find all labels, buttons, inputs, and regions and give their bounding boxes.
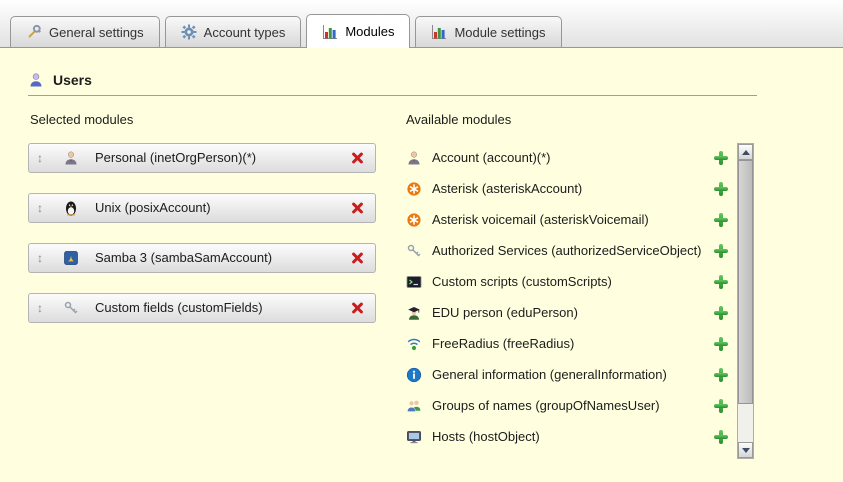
selected-module-row[interactable]: Personal (inetOrgPerson)(*): [28, 143, 376, 173]
scrollbar-thumb[interactable]: [738, 160, 753, 404]
available-module-row: Custom scripts (customScripts): [404, 267, 737, 297]
group-icon: [406, 398, 422, 414]
module-label: Authorized Services (authorizedServiceOb…: [432, 243, 713, 259]
section-title: Users: [53, 72, 92, 88]
available-module-row: Authorized Services (authorizedServiceOb…: [404, 236, 737, 266]
drag-handle-icon[interactable]: [37, 201, 49, 215]
user-icon: [63, 150, 79, 166]
add-module-button[interactable]: [713, 243, 729, 259]
module-label: Asterisk voicemail (asteriskVoicemail): [432, 212, 713, 228]
tux-icon: [63, 200, 79, 216]
content-area: Users Selected modules Personal (inetOrg…: [0, 48, 843, 459]
gear-icon: [181, 24, 197, 40]
users-icon: [28, 72, 44, 88]
module-label: Asterisk (asteriskAccount): [432, 181, 713, 197]
edu-icon: [406, 305, 422, 321]
asterisk-icon: [406, 212, 422, 228]
add-module-button[interactable]: [713, 274, 729, 290]
drag-handle-icon[interactable]: [37, 251, 49, 265]
add-module-button[interactable]: [713, 367, 729, 383]
add-module-button[interactable]: [713, 398, 729, 414]
chart-icon: [431, 24, 447, 40]
script-icon: [406, 274, 422, 290]
available-modules-heading: Available modules: [406, 112, 754, 127]
host-icon: [406, 429, 422, 445]
available-module-row: Account (account)(*): [404, 143, 737, 173]
add-module-button[interactable]: [713, 212, 729, 228]
module-label: Unix (posixAccount): [95, 200, 349, 216]
available-module-row: Groups of names (groupOfNamesUser): [404, 391, 737, 421]
remove-module-button[interactable]: [349, 200, 365, 216]
scrollbar[interactable]: [737, 143, 754, 459]
available-module-row: Hosts (hostObject): [404, 422, 737, 452]
arrow-up-icon: [742, 150, 750, 155]
tab-label: Account types: [204, 25, 286, 40]
selected-modules-heading: Selected modules: [30, 112, 376, 127]
add-module-button[interactable]: [713, 181, 729, 197]
add-module-button[interactable]: [713, 305, 729, 321]
selected-modules-list: Personal (inetOrgPerson)(*) Unix (posixA…: [28, 143, 376, 323]
selected-modules-column: Selected modules Personal (inetOrgPerson…: [28, 112, 376, 459]
available-module-row: Asterisk voicemail (asteriskVoicemail): [404, 205, 737, 235]
module-label: General information (generalInformation): [432, 367, 713, 383]
tab-account-types[interactable]: Account types: [165, 16, 302, 47]
add-module-button[interactable]: [713, 336, 729, 352]
module-label: Hosts (hostObject): [432, 429, 713, 445]
keys-icon: [63, 300, 79, 316]
selected-module-row[interactable]: Samba 3 (sambaSamAccount): [28, 243, 376, 273]
chart-icon: [322, 24, 338, 40]
available-modules-wrap: Account (account)(*) Asterisk (asteriskA…: [404, 143, 754, 459]
module-label: Samba 3 (sambaSamAccount): [95, 250, 349, 266]
scrollbar-track[interactable]: [738, 404, 753, 442]
radius-icon: [406, 336, 422, 352]
remove-module-button[interactable]: [349, 300, 365, 316]
module-label: Personal (inetOrgPerson)(*): [95, 150, 349, 166]
tab-module-settings[interactable]: Module settings: [415, 16, 561, 47]
samba-icon: [63, 250, 79, 266]
selected-module-row[interactable]: Unix (posixAccount): [28, 193, 376, 223]
module-label: Groups of names (groupOfNamesUser): [432, 398, 713, 414]
module-label: FreeRadius (freeRadius): [432, 336, 713, 352]
remove-module-button[interactable]: [349, 150, 365, 166]
available-module-row: FreeRadius (freeRadius): [404, 329, 737, 359]
module-label: Custom fields (customFields): [95, 300, 349, 316]
scroll-down-button[interactable]: [738, 442, 753, 458]
add-module-button[interactable]: [713, 150, 729, 166]
tab-bar: General settings Account types Modules M…: [0, 0, 843, 48]
section-header: Users: [28, 72, 843, 88]
module-label: Custom scripts (customScripts): [432, 274, 713, 290]
available-modules-list: Account (account)(*) Asterisk (asteriskA…: [404, 143, 737, 459]
arrow-down-icon: [742, 448, 750, 453]
info-icon: [406, 367, 422, 383]
keys-icon: [406, 243, 422, 259]
module-label: EDU person (eduPerson): [432, 305, 713, 321]
add-module-button[interactable]: [713, 429, 729, 445]
tools-icon: [26, 24, 42, 40]
remove-module-button[interactable]: [349, 250, 365, 266]
drag-handle-icon[interactable]: [37, 301, 49, 315]
drag-handle-icon[interactable]: [37, 151, 49, 165]
available-module-row: Asterisk (asteriskAccount): [404, 174, 737, 204]
module-label: Account (account)(*): [432, 150, 713, 166]
modules-columns: Selected modules Personal (inetOrgPerson…: [28, 112, 843, 459]
available-module-row: EDU person (eduPerson): [404, 298, 737, 328]
tab-label: General settings: [49, 25, 144, 40]
section-divider: [28, 95, 757, 96]
scroll-up-button[interactable]: [738, 144, 753, 160]
available-modules-column: Available modules Account (account)(*) A…: [404, 112, 754, 459]
tab-general-settings[interactable]: General settings: [10, 16, 160, 47]
user-icon: [406, 150, 422, 166]
asterisk-icon: [406, 181, 422, 197]
available-module-row: General information (generalInformation): [404, 360, 737, 390]
tab-label: Module settings: [454, 25, 545, 40]
tab-modules[interactable]: Modules: [306, 14, 410, 48]
selected-module-row[interactable]: Custom fields (customFields): [28, 293, 376, 323]
tab-label: Modules: [345, 24, 394, 39]
